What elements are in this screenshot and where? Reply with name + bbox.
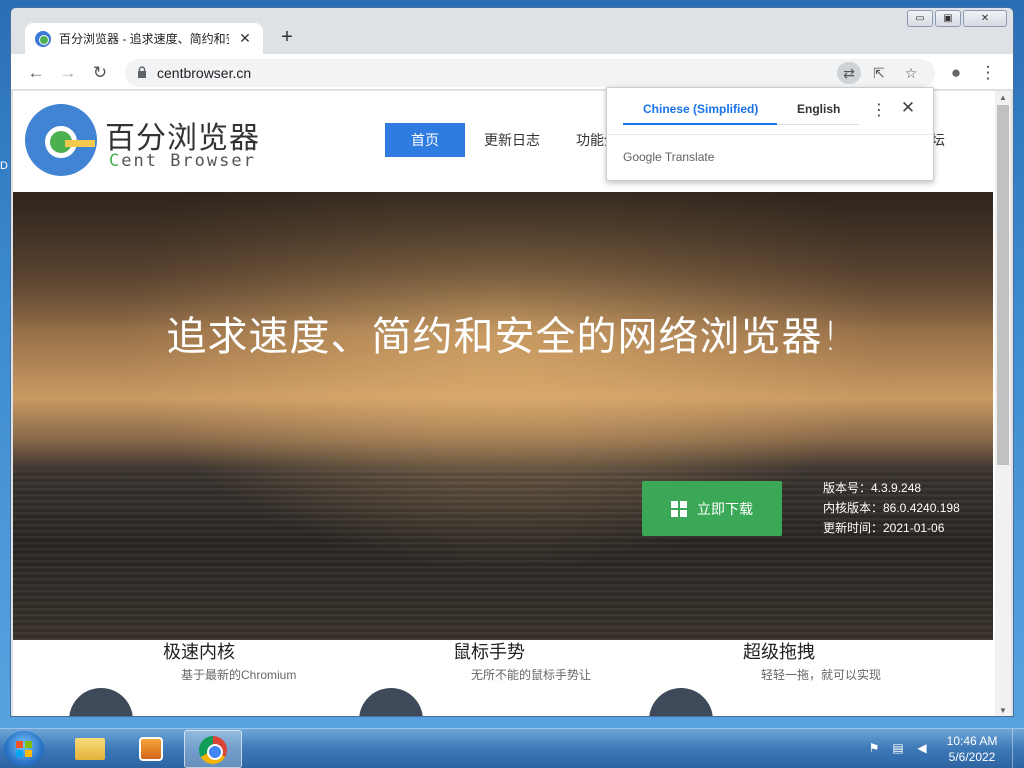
reload-icon[interactable]: ↻: [89, 62, 111, 84]
google-translate-brand: Google Translate: [623, 150, 715, 164]
page-scrollbar[interactable]: ▲ ▼: [995, 91, 1011, 716]
new-tab-button[interactable]: +: [275, 26, 299, 49]
nav-item-home[interactable]: 首页: [385, 123, 465, 157]
feature-title: 鼠标手势: [453, 642, 525, 663]
address-bar[interactable]: centbrowser.cn ⇄ ⇱ ☆: [125, 59, 935, 87]
browser-tab[interactable]: 百分浏览器 - 追求速度、简约和安 ✕: [25, 23, 263, 54]
network-icon[interactable]: ▤: [890, 741, 906, 757]
folder-icon: [75, 738, 105, 760]
update-time: 更新时间：2021-01-06: [823, 521, 945, 535]
lightning-icon: [69, 688, 133, 716]
cent-browser-favicon-icon: [35, 30, 51, 47]
site-nav: 首页 更新日志 功能介: [385, 123, 637, 157]
profile-icon[interactable]: ●: [945, 62, 967, 84]
url-text: centbrowser.cn: [157, 65, 252, 81]
cent-browser-logo-icon[interactable]: [25, 104, 97, 176]
taskbar-media-player[interactable]: [122, 730, 180, 768]
desktop-icon-peek: D: [0, 160, 8, 172]
translate-popup: Chinese (Simplified) English ⋮ ✕ Google …: [606, 87, 934, 181]
site-logo-subtitle: Cent Browser: [109, 151, 256, 171]
share-icon[interactable]: ⇱: [867, 62, 891, 84]
nav-item-changelog[interactable]: 更新日志: [467, 123, 557, 157]
clock-time: 10:46 AM: [946, 734, 998, 748]
version-info: 版本号：4.3.9.248 内核版本：86.0.4240.198 更新时间：20…: [823, 478, 960, 538]
taskbar-explorer[interactable]: [60, 730, 118, 768]
system-clock[interactable]: 10:46 AM 5/6/2022: [940, 733, 1004, 765]
clock-date: 5/6/2022: [948, 750, 996, 764]
start-button[interactable]: [4, 731, 44, 767]
target-language-tab[interactable]: English: [797, 102, 840, 116]
bookmark-star-icon[interactable]: ☆: [899, 62, 923, 84]
hero-banner: 追求速度、简约和安全的网络浏览器! 立即下载 版本号：4.3.9.248 内核版…: [13, 192, 993, 640]
window-controls: ▭ ▣ ✕: [907, 10, 1007, 27]
chrome-icon: [199, 736, 227, 764]
taskbar: ⚑ ▤ ◀ 10:46 AM 5/6/2022: [0, 728, 1024, 768]
drag-icon: [649, 688, 713, 716]
windows-logo-icon: [671, 500, 687, 517]
scroll-up-icon[interactable]: ▲: [995, 91, 1011, 105]
translate-options-icon[interactable]: ⋮: [871, 100, 887, 120]
hero-title: 追求速度、简约和安全的网络浏览器!: [166, 314, 840, 360]
core-version: 内核版本：86.0.4240.198: [823, 501, 960, 515]
download-label: 立即下载: [697, 500, 753, 517]
feature-desc: 无所不能的鼠标手势让: [471, 668, 592, 682]
feature-desc: 基于最新的Chromium: [181, 668, 297, 682]
feature-title: 超级拖拽: [743, 642, 815, 663]
active-tab-indicator: [623, 123, 777, 125]
browser-menu-icon[interactable]: ⋮: [977, 62, 999, 84]
minimize-button[interactable]: ▭: [907, 10, 933, 27]
feature-title: 极速内核: [163, 642, 235, 663]
version-number: 版本号：4.3.9.248: [823, 481, 922, 495]
tab-close-icon[interactable]: ✕: [237, 30, 253, 47]
features-section: 极速内核 基于最新的Chromium 鼠标手势 无所不能的鼠标手势让 超级拖拽 …: [13, 640, 993, 716]
feature-desc: 轻轻一拖，就可以实现: [761, 668, 882, 682]
scroll-thumb[interactable]: [997, 105, 1009, 465]
mouse-gesture-icon: [359, 688, 423, 716]
lock-icon: [138, 66, 146, 78]
windows-flag-icon: [16, 741, 32, 757]
media-player-icon: [139, 737, 163, 761]
browser-toolbar: ← → ↻ centbrowser.cn ⇄ ⇱ ☆ ● ⋮: [11, 54, 1013, 90]
maximize-button[interactable]: ▣: [935, 10, 961, 27]
tab-title: 百分浏览器 - 追求速度、简约和安: [59, 32, 229, 46]
translate-close-icon[interactable]: ✕: [899, 98, 917, 118]
volume-icon[interactable]: ◀: [914, 741, 930, 757]
taskbar-chrome[interactable]: [184, 730, 242, 768]
title-bar: 百分浏览器 - 追求速度、简约和安 ✕ + ▭ ▣ ✕: [11, 8, 1013, 54]
translate-icon[interactable]: ⇄: [837, 62, 861, 84]
source-language-tab[interactable]: Chinese (Simplified): [643, 102, 758, 116]
web-page: 百分浏览器 Cent Browser 首页 更新日志 功能介 坛 追求速度、简约…: [13, 91, 995, 716]
back-arrow-icon[interactable]: ←: [25, 62, 47, 84]
action-center-icon[interactable]: ⚑: [866, 741, 882, 757]
download-button[interactable]: 立即下载: [642, 481, 782, 536]
forward-arrow-icon[interactable]: →: [57, 62, 79, 84]
close-window-button[interactable]: ✕: [963, 10, 1007, 27]
show-desktop-button[interactable]: [1012, 729, 1024, 768]
scroll-down-icon[interactable]: ▼: [995, 704, 1011, 716]
